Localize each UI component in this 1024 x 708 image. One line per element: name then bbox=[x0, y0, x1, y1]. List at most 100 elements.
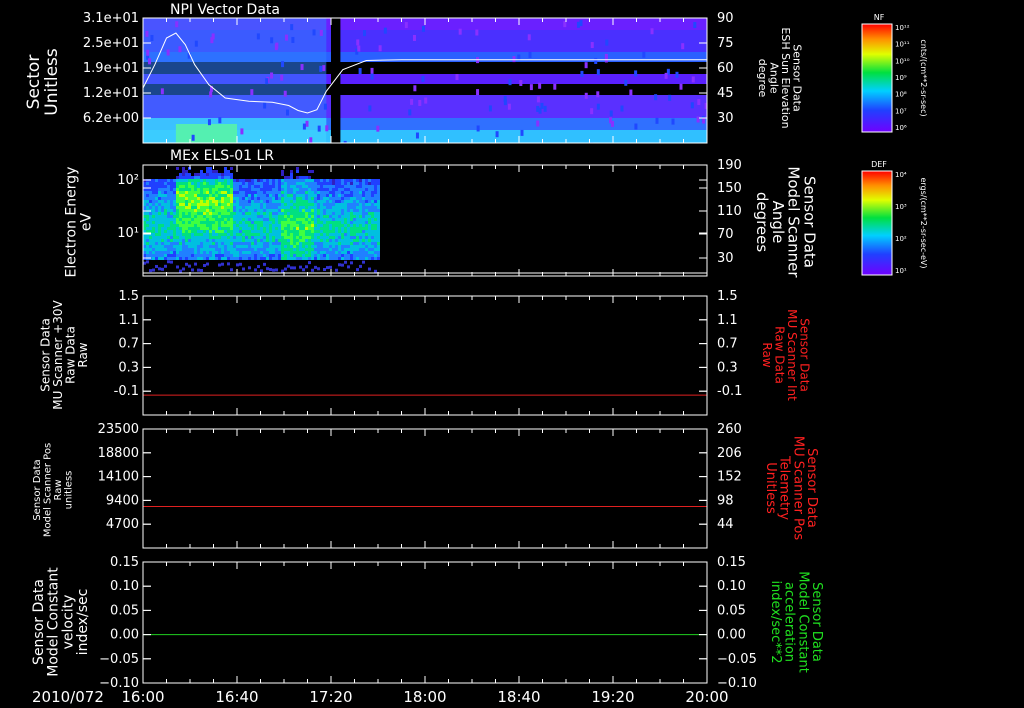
y-tick-label: 6.2e+00 bbox=[83, 111, 139, 126]
x-tick-label: 16:00 bbox=[121, 688, 164, 706]
y-tick-label: 75 bbox=[717, 36, 734, 51]
colorbar-tick: 10⁹ bbox=[895, 74, 907, 82]
axis-label-line: Raw bbox=[53, 479, 64, 500]
colorbar-tick: 10⁸ bbox=[895, 91, 907, 99]
axis-label: Sensor DataMU Scanner PosTelemetryUnitle… bbox=[763, 436, 819, 541]
y-tick-label: 0.10 bbox=[110, 579, 139, 594]
y-tick-label: 1.9e+01 bbox=[83, 61, 139, 76]
y-tick-label: 2.5e+01 bbox=[83, 36, 139, 51]
y-tick-label: 260 bbox=[717, 422, 742, 437]
panel-frame-4 bbox=[142, 428, 708, 549]
y-tick-label: 98 bbox=[717, 493, 734, 508]
y-tick-label: 3.1e+01 bbox=[83, 11, 139, 26]
y-tick-label: 0.00 bbox=[717, 628, 746, 643]
y-tick-label: -0.1 bbox=[717, 384, 742, 399]
axis-label-line: eV bbox=[78, 212, 94, 231]
y-tick-label: 0.15 bbox=[110, 555, 139, 570]
panel-title: MEx ELS-01 LR bbox=[170, 148, 274, 164]
axis-label-line: Model Scanner Pos bbox=[42, 443, 53, 537]
axis-label: Sensor DataMU Scanner IntRaw DataRaw bbox=[760, 309, 812, 401]
colorbar bbox=[861, 23, 893, 133]
y-tick-label: 10¹ bbox=[117, 226, 139, 241]
x-tick-label: 18:00 bbox=[403, 688, 446, 706]
colorbar-tick: 10³ bbox=[895, 203, 907, 211]
y-tick-label: 30 bbox=[717, 111, 734, 126]
y-tick-label: −0.05 bbox=[717, 652, 757, 667]
colorbar-tick: 10¹ bbox=[895, 267, 907, 275]
colorbar-tick: 10¹⁰ bbox=[895, 57, 910, 65]
y-tick-label: 18800 bbox=[98, 446, 139, 461]
axis-label-line: velocity bbox=[60, 595, 76, 650]
y-tick-label: 0.7 bbox=[118, 337, 139, 352]
y-tick-label: 110 bbox=[717, 204, 742, 219]
panel-frame-3 bbox=[142, 295, 708, 416]
axis-label-line: Unitless bbox=[42, 48, 62, 116]
y-tick-label: −0.05 bbox=[99, 652, 139, 667]
colorbar bbox=[861, 170, 893, 276]
colorbar-tick: 10⁴ bbox=[895, 171, 907, 179]
colorbar-label: DEF bbox=[871, 160, 887, 169]
axis-label: Electron EnergyeV bbox=[64, 167, 95, 278]
axis-label: Sensor Data Model Scanner Pos Raw unitless bbox=[32, 443, 75, 537]
y-tick-label: 0.3 bbox=[717, 360, 738, 375]
axis-label-line: Unitless bbox=[763, 462, 778, 514]
axis-label: Sensor DataESH Sun ElevationAngledegree bbox=[756, 27, 804, 128]
y-tick-label: 0.10 bbox=[717, 579, 746, 594]
axis-label-line: Electron Energy bbox=[64, 167, 80, 278]
axis-label: Sensor DataModel ScannerAngledegrees bbox=[753, 166, 818, 278]
axis-label-line: unitless bbox=[63, 471, 74, 510]
x-tick-label: 20:00 bbox=[685, 688, 728, 706]
axis-label: Sensor DataMU Scanner +30VRaw DataRaw bbox=[38, 300, 90, 410]
y-tick-label: 1.2e+01 bbox=[83, 86, 139, 101]
panel-frame-5 bbox=[142, 561, 708, 684]
multi-panel-chart: 3.1e+01 2.5e+01 1.9e+01 1.2e+01 6.2e+00 90 75 6… bbox=[24, 2, 928, 706]
els-spectrogram bbox=[143, 167, 380, 273]
y-tick-label: 70 bbox=[717, 227, 734, 242]
x-tick-label: 18:40 bbox=[497, 688, 540, 706]
data-gap bbox=[331, 18, 341, 143]
y-tick-label: 0.7 bbox=[717, 337, 738, 352]
axis-label-line: index/sec bbox=[75, 589, 91, 656]
y-tick-label: 14100 bbox=[98, 470, 139, 485]
y-tick-label: 1.5 bbox=[717, 289, 738, 304]
axis-label-line: Sensor Data bbox=[32, 459, 43, 520]
y-tick-label: 190 bbox=[717, 158, 742, 173]
colorbar-label: NF bbox=[874, 13, 885, 22]
colorbar-tick: 10¹¹ bbox=[895, 41, 910, 49]
y-tick-label: 60 bbox=[717, 61, 734, 76]
axis-label-line: degrees bbox=[753, 192, 771, 253]
y-tick-label: 150 bbox=[717, 181, 742, 196]
y-tick-label: 0.3 bbox=[118, 360, 139, 375]
axis-label: SectorUnitless bbox=[24, 48, 62, 116]
axis-label-line: index/sec**2 bbox=[768, 580, 783, 663]
y-tick-label: 45 bbox=[717, 86, 734, 101]
axis-label: Sensor DataModel Constantaccelerationind… bbox=[768, 571, 824, 673]
x-tick-label: 16:40 bbox=[215, 688, 258, 706]
colorbar-units-text: cnts/(cm**2-sr-sec) bbox=[919, 39, 928, 116]
axis-label-line: Raw bbox=[760, 342, 774, 367]
y-tick-label: 0.05 bbox=[717, 603, 746, 618]
y-tick-label: 1.5 bbox=[118, 289, 139, 304]
npi-spectrogram bbox=[143, 18, 707, 143]
y-tick-label: -0.1 bbox=[114, 384, 139, 399]
axis-label: Sensor DataModel Constantvelocityindex/s… bbox=[31, 567, 91, 677]
y-tick-label: 0.15 bbox=[717, 555, 746, 570]
x-tick-label: 17:20 bbox=[309, 688, 352, 706]
colorbar-tick: 10² bbox=[895, 235, 907, 243]
axis-label-line: Sensor Data bbox=[31, 579, 47, 665]
y-tick-label: 4700 bbox=[106, 517, 139, 532]
axis-label-line: Raw bbox=[76, 342, 90, 367]
y-tick-label: 0.05 bbox=[110, 603, 139, 618]
panel-title: NPI Vector Data bbox=[170, 2, 280, 18]
y-tick-label: 206 bbox=[717, 446, 742, 461]
colorbar-tick: 10¹² bbox=[895, 24, 910, 32]
date-label: 2010/072 bbox=[32, 688, 104, 706]
y-tick-label: 1.1 bbox=[118, 313, 139, 328]
axis-label-line: degree bbox=[756, 59, 769, 98]
y-tick-label: 90 bbox=[717, 11, 734, 26]
axis-label-line: Model Constant bbox=[46, 567, 62, 677]
y-tick-label: 152 bbox=[717, 470, 742, 485]
colorbar-units: cnts/(cm**2-sr-sec) bbox=[919, 39, 928, 116]
colorbar-tick: 10⁷ bbox=[895, 107, 907, 115]
x-tick-label: 19:20 bbox=[591, 688, 634, 706]
